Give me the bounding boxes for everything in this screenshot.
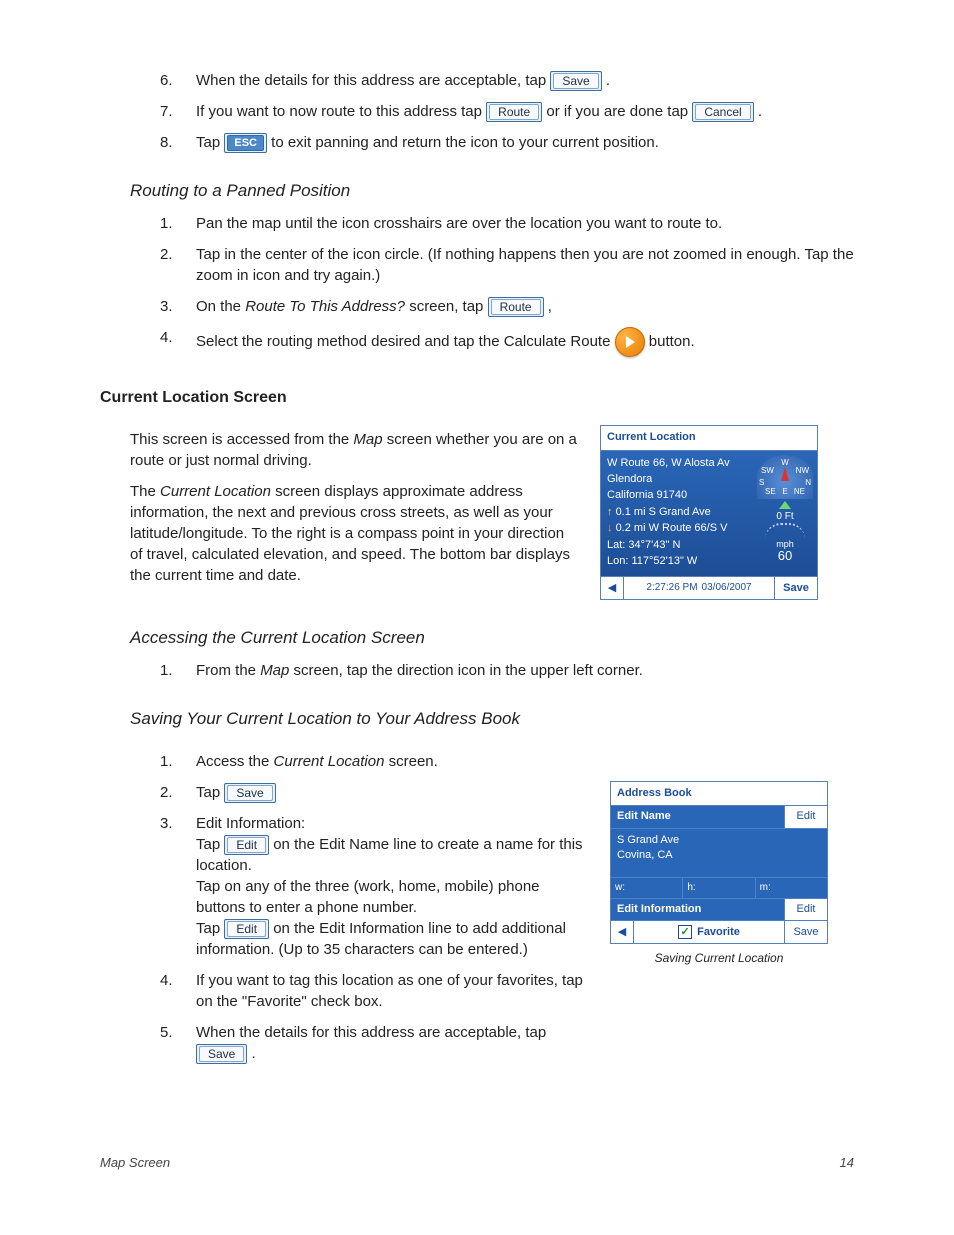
step-text: Tap in the center of the icon circle. (I… bbox=[196, 244, 854, 286]
step-text: Edit Information: Tap Edit on the Edit N… bbox=[196, 813, 590, 960]
step-number: 1. bbox=[160, 660, 196, 681]
back-button[interactable]: ◀ bbox=[611, 921, 634, 943]
edit-button[interactable]: Edit bbox=[784, 806, 827, 827]
address-book-screenshot: Address Book Edit Name Edit S Grand Ave … bbox=[610, 781, 828, 944]
back-button[interactable]: ◀ bbox=[601, 577, 624, 599]
address-line: California 91740 bbox=[607, 488, 755, 503]
step-text: From the Map screen, tap the direction i… bbox=[196, 660, 854, 681]
route-button[interactable]: Route bbox=[486, 102, 542, 122]
section-heading: Current Location Screen bbox=[100, 387, 854, 409]
route-button[interactable]: Route bbox=[488, 297, 544, 317]
step-number: 1. bbox=[160, 213, 196, 234]
calculate-route-icon[interactable] bbox=[615, 327, 645, 357]
save-button[interactable]: Save bbox=[774, 577, 817, 599]
subheading: Saving Your Current Location to Your Add… bbox=[130, 707, 854, 731]
subheading: Routing to a Panned Position bbox=[130, 179, 854, 203]
address-line: Glendora bbox=[607, 472, 755, 487]
step-number: 8. bbox=[160, 132, 196, 153]
page-footer: Map Screen 14 bbox=[100, 1154, 854, 1172]
edit-button[interactable]: Edit bbox=[224, 919, 269, 939]
step-text: Pan the map until the icon crosshairs ar… bbox=[196, 213, 854, 234]
step-number: 3. bbox=[160, 813, 196, 960]
screenshot-title: Current Location bbox=[601, 426, 817, 450]
gauge-icon bbox=[765, 523, 805, 539]
step-number: 3. bbox=[160, 296, 196, 317]
edit-button[interactable]: Edit bbox=[784, 899, 827, 920]
longitude: Lon: 117°52'13" W bbox=[607, 554, 755, 569]
current-location-screenshot: Current Location W Route 66, W Alosta Av… bbox=[600, 425, 818, 600]
step-number: 7. bbox=[160, 101, 196, 122]
speed-display: mph 60 bbox=[757, 523, 813, 562]
step-text: Access the Current Location screen. bbox=[196, 751, 590, 772]
step-text: Tap ESC to exit panning and return the i… bbox=[196, 132, 854, 153]
steps-a: 6. When the details for this address are… bbox=[160, 70, 854, 153]
step-number: 4. bbox=[160, 970, 196, 1012]
steps-b: 1. Pan the map until the icon crosshairs… bbox=[160, 213, 854, 357]
step-number: 2. bbox=[160, 782, 196, 803]
home-phone-field[interactable]: h: bbox=[683, 878, 755, 898]
paragraph: This screen is accessed from the Map scr… bbox=[130, 429, 580, 471]
steps-c: 1. From the Map screen, tap the directio… bbox=[160, 660, 854, 681]
save-button[interactable]: Save bbox=[224, 783, 275, 803]
page-number: 14 bbox=[840, 1154, 854, 1172]
address-display: S Grand Ave Covina, CA bbox=[611, 829, 827, 878]
compass-icon: W SW NW S N SE NE E bbox=[757, 455, 813, 499]
step-number: 6. bbox=[160, 70, 196, 91]
esc-button[interactable]: ESC bbox=[224, 133, 267, 153]
edit-button[interactable]: Edit bbox=[224, 835, 269, 855]
prev-street: ↓ 0.2 mi W Route 66/S V bbox=[607, 521, 755, 536]
next-street: ↑ 0.1 mi S Grand Ave bbox=[607, 505, 755, 520]
cancel-button[interactable]: Cancel bbox=[692, 102, 753, 122]
step-text: On the Route To This Address? screen, ta… bbox=[196, 296, 854, 317]
step-text: Tap Save bbox=[196, 782, 590, 803]
step-text: If you want to tag this location as one … bbox=[196, 970, 590, 1012]
mobile-phone-field[interactable]: m: bbox=[756, 878, 827, 898]
step-text: If you want to now route to this address… bbox=[196, 101, 854, 122]
subheading: Accessing the Current Location Screen bbox=[130, 626, 854, 650]
paragraph: The Current Location screen displays app… bbox=[130, 481, 580, 586]
step-number: 2. bbox=[160, 244, 196, 286]
step-text: When the details for this address are ac… bbox=[196, 70, 854, 91]
save-button[interactable]: Save bbox=[550, 71, 601, 91]
latitude: Lat: 34°7'43" N bbox=[607, 538, 755, 553]
edit-name-label: Edit Name bbox=[611, 806, 784, 827]
elevation-icon bbox=[779, 501, 791, 509]
step-text: Select the routing method desired and ta… bbox=[196, 327, 854, 357]
step-text: When the details for this address are ac… bbox=[196, 1022, 590, 1064]
save-button[interactable]: Save bbox=[196, 1044, 247, 1064]
save-button[interactable]: Save bbox=[784, 921, 827, 943]
elevation-display: 0 Ft bbox=[757, 501, 813, 524]
footer-section: Map Screen bbox=[100, 1154, 170, 1172]
work-phone-field[interactable]: w: bbox=[611, 878, 683, 898]
edit-info-label: Edit Information bbox=[611, 899, 784, 920]
check-icon: ✓ bbox=[678, 925, 692, 939]
address-line: W Route 66, W Alosta Av bbox=[607, 456, 755, 471]
favorite-checkbox[interactable]: ✓ Favorite bbox=[634, 921, 784, 943]
time-date-display: 2:27:26 PM03/06/2007 bbox=[624, 577, 774, 599]
step-number: 1. bbox=[160, 751, 196, 772]
screenshot-title: Address Book bbox=[611, 782, 827, 806]
step-number: 5. bbox=[160, 1022, 196, 1064]
screenshot-caption: Saving Current Location bbox=[610, 950, 828, 967]
steps-d: 1. Access the Current Location screen. 2… bbox=[160, 751, 590, 1064]
step-number: 4. bbox=[160, 327, 196, 357]
